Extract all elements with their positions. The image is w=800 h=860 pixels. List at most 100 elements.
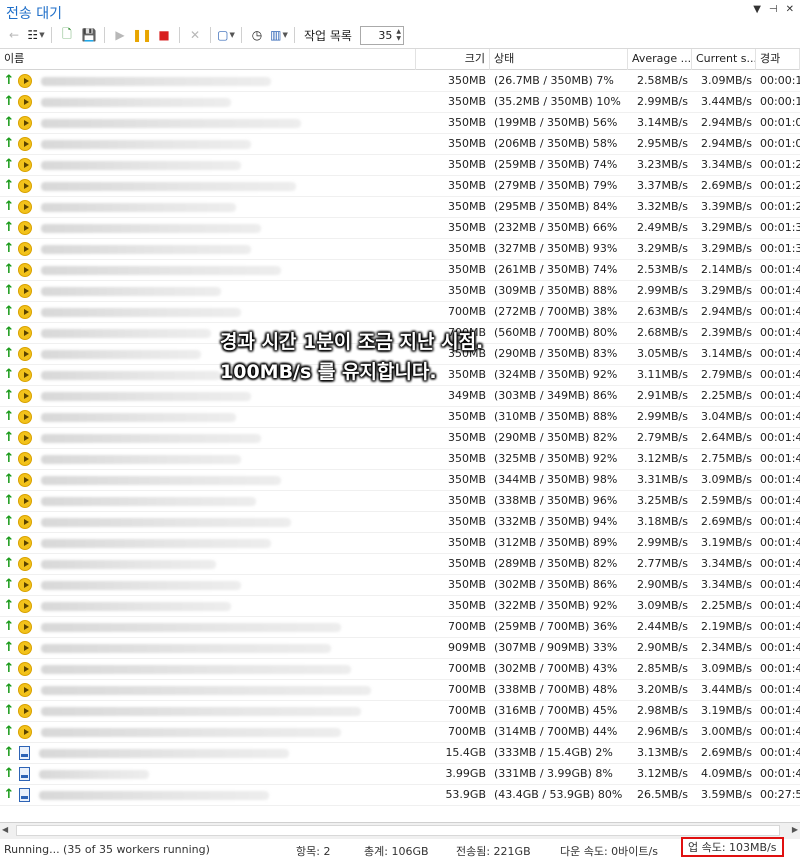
redacted-filename (41, 538, 271, 548)
average-speed-cell: 2.53MB/s (637, 263, 688, 276)
toolbar: ← ☷ ▼ 🗋 💾 ▶ ❚❚ ■ ✕ ▢ ▼ ◷ ▥ ▼ 작업 목록 35 ▲ ▼ (0, 24, 800, 46)
table-row[interactable]: ↑ 350MB (312MB / 350MB) 89% 2.99MB/s 3.19MB/… (0, 533, 800, 554)
table-row[interactable]: ↑ 700MB (338MB / 700MB) 48% 3.20MB/s 3.44MB/… (0, 680, 800, 701)
upload-arrow-icon: ↑ (3, 325, 15, 340)
table-row[interactable]: ↑ 3.99GB (331MB / 3.99GB) 8% 3.12MB/s 4.09MB… (0, 764, 800, 785)
window-controls: ▼ ⊣ ✕ (753, 4, 794, 15)
table-row[interactable]: ↑ 350MB (290MB / 350MB) 82% 2.79MB/s 2.64MB/… (0, 428, 800, 449)
scrollbar-thumb[interactable] (16, 825, 780, 836)
size-cell: 350MB (447, 116, 486, 129)
table-row[interactable]: ↑ 700MB (314MB / 700MB) 44% 2.96MB/s 3.00MB/… (0, 722, 800, 743)
table-row[interactable]: ↑ 350MB (295MB / 350MB) 84% 3.32MB/s 3.39MB/… (0, 197, 800, 218)
upload-arrow-icon: ↑ (3, 220, 15, 235)
remove-icon[interactable]: ✕ (185, 25, 205, 45)
table-row[interactable]: ↑ 350MB (309MB / 350MB) 88% 2.99MB/s 3.29MB/… (0, 281, 800, 302)
elapsed-cell: 00:00:11 (760, 95, 800, 108)
table-row[interactable]: ↑ 15.4GB (333MB / 15.4GB) 2% 3.13MB/s 2.69MB… (0, 743, 800, 764)
stop-icon[interactable]: ■ (154, 25, 174, 45)
concurrent-jobs-value[interactable]: 35 (378, 29, 392, 42)
name-cell: ↑ (0, 260, 416, 280)
redacted-filename (41, 517, 291, 527)
column-header-current-speed[interactable]: Current s... (692, 49, 756, 70)
table-row[interactable]: ↑ 350MB (259MB / 350MB) 74% 3.23MB/s 3.34MB/… (0, 155, 800, 176)
pin-icon[interactable]: ⊣ (769, 4, 778, 15)
status-upload-speed: 업 속도: 103MB/s (681, 837, 784, 857)
upload-arrow-icon: ↑ (3, 346, 15, 361)
name-cell: ↑ (0, 176, 416, 196)
size-cell: 350MB (447, 599, 486, 612)
column-header-name[interactable]: 이름 (0, 49, 416, 70)
new-file-icon[interactable]: 🗋 (57, 25, 77, 45)
size-cell: 700MB (447, 305, 486, 318)
status-cell: (290MB / 350MB) 83% (494, 347, 618, 360)
elapsed-cell: 00:01:43 (760, 410, 800, 423)
status-cell: (259MB / 700MB) 36% (494, 620, 618, 633)
concurrent-jobs-stepper[interactable]: 35 ▲ ▼ (359, 25, 404, 45)
stepper-arrows-icon[interactable]: ▲ ▼ (396, 28, 401, 42)
close-icon[interactable]: ✕ (786, 4, 794, 15)
table-row[interactable]: ↑ 350MB (232MB / 350MB) 66% 2.49MB/s 3.29MB/… (0, 218, 800, 239)
horizontal-scrollbar[interactable]: ◀ ▶ (0, 822, 800, 839)
select-all-icon[interactable]: ▢ ▼ (216, 25, 236, 45)
table-row[interactable]: ↑ 350MB (344MB / 350MB) 98% 3.31MB/s 3.09MB/… (0, 470, 800, 491)
table-row[interactable]: ↑ 350MB (302MB / 350MB) 86% 2.90MB/s 3.34MB/… (0, 575, 800, 596)
current-speed-cell: 3.34MB/s (701, 557, 752, 570)
dropdown-icon[interactable]: ▼ (753, 4, 761, 15)
column-header-size[interactable]: 크기 (416, 49, 490, 70)
size-cell: 350MB (447, 221, 486, 234)
table-row[interactable]: ↑ 53.9GB (43.4GB / 53.9GB) 80% 26.5MB/s 3.59… (0, 785, 800, 806)
scroll-right-icon[interactable]: ▶ (792, 825, 798, 834)
scroll-left-icon[interactable]: ◀ (2, 825, 8, 834)
speed-limit-icon[interactable]: ▥ ▼ (269, 25, 289, 45)
table-row[interactable]: ↑ 350MB (325MB / 350MB) 92% 3.12MB/s 2.75MB/… (0, 449, 800, 470)
status-cell: (35.2MB / 350MB) 10% (494, 95, 621, 108)
table-row[interactable]: ↑ 350MB (322MB / 350MB) 92% 3.09MB/s 2.25MB/… (0, 596, 800, 617)
upload-arrow-icon: ↑ (3, 493, 15, 508)
name-cell: ↑ (0, 470, 416, 490)
table-row[interactable]: ↑ 700MB (272MB / 700MB) 38% 2.63MB/s 2.94MB/… (0, 302, 800, 323)
upload-arrow-icon: ↑ (3, 577, 15, 592)
name-cell: ↑ (0, 197, 416, 217)
elapsed-cell: 00:01:43 (760, 263, 800, 276)
name-cell: ↑ (0, 659, 416, 679)
table-row[interactable]: ↑ 350MB (206MB / 350MB) 58% 2.95MB/s 2.94MB/… (0, 134, 800, 155)
table-row[interactable]: ↑ 350MB (289MB / 350MB) 82% 2.77MB/s 3.34MB/… (0, 554, 800, 575)
current-speed-cell: 2.79MB/s (701, 368, 752, 381)
table-row[interactable]: ↑ 349MB (303MB / 349MB) 86% 2.91MB/s 2.25MB/… (0, 386, 800, 407)
column-header-status[interactable]: 상태 (490, 49, 628, 70)
upload-arrow-icon: ↑ (3, 535, 15, 550)
current-speed-cell: 2.64MB/s (701, 431, 752, 444)
table-row[interactable]: ↑ 700MB (259MB / 700MB) 36% 2.44MB/s 2.19MB/… (0, 617, 800, 638)
table-row[interactable]: ↑ 700MB (302MB / 700MB) 43% 2.85MB/s 3.09MB/… (0, 659, 800, 680)
elapsed-cell: 00:01:09 (760, 137, 800, 150)
save-icon[interactable]: 💾 (79, 25, 99, 45)
redacted-filename (41, 706, 361, 716)
table-row[interactable]: ↑ 350MB (279MB / 350MB) 79% 3.37MB/s 2.69MB/… (0, 176, 800, 197)
table-row[interactable]: ↑ 700MB (316MB / 700MB) 45% 2.98MB/s 3.19MB/… (0, 701, 800, 722)
file-icon (19, 767, 30, 781)
table-row[interactable]: ↑ 350MB (199MB / 350MB) 56% 3.14MB/s 2.94MB/… (0, 113, 800, 134)
transferring-play-icon (18, 200, 32, 214)
schedule-clock-icon[interactable]: ◷ (247, 25, 267, 45)
start-icon[interactable]: ▶ (110, 25, 130, 45)
elapsed-cell: 00:01:43 (760, 431, 800, 444)
view-options-icon[interactable]: ☷ ▼ (26, 25, 46, 45)
back-arrow-icon[interactable]: ← (4, 25, 24, 45)
elapsed-cell: 00:01:44 (760, 326, 800, 339)
elapsed-cell: 00:01:03 (760, 116, 800, 129)
table-row[interactable]: ↑ 350MB (310MB / 350MB) 88% 2.99MB/s 3.04MB/… (0, 407, 800, 428)
table-row[interactable]: ↑ 350MB (338MB / 350MB) 96% 3.25MB/s 2.59MB/… (0, 491, 800, 512)
table-row[interactable]: ↑ 350MB (327MB / 350MB) 93% 3.29MB/s 3.29MB/… (0, 239, 800, 260)
pause-icon[interactable]: ❚❚ (132, 25, 152, 45)
table-row[interactable]: ↑ 350MB (261MB / 350MB) 74% 2.53MB/s 2.14MB/… (0, 260, 800, 281)
column-header-average-speed[interactable]: Average ... (628, 49, 692, 70)
column-header-elapsed[interactable]: 경과 (756, 49, 800, 70)
table-row[interactable]: ↑ 350MB (35.2MB / 350MB) 10% 2.99MB/s 3.44MB… (0, 92, 800, 113)
table-row[interactable]: ↑ 350MB (332MB / 350MB) 94% 3.18MB/s 2.69MB/… (0, 512, 800, 533)
upload-arrow-icon: ↑ (3, 619, 15, 634)
redacted-filename (41, 160, 241, 170)
current-speed-cell: 3.29MB/s (701, 221, 752, 234)
table-row[interactable]: ↑ 909MB (307MB / 909MB) 33% 2.90MB/s 2.34MB/… (0, 638, 800, 659)
window-titlebar: 전송 대기 ▼ ⊣ ✕ (0, 0, 800, 24)
table-row[interactable]: ↑ 350MB (26.7MB / 350MB) 7% 2.58MB/s 3.09MB/… (0, 71, 800, 92)
